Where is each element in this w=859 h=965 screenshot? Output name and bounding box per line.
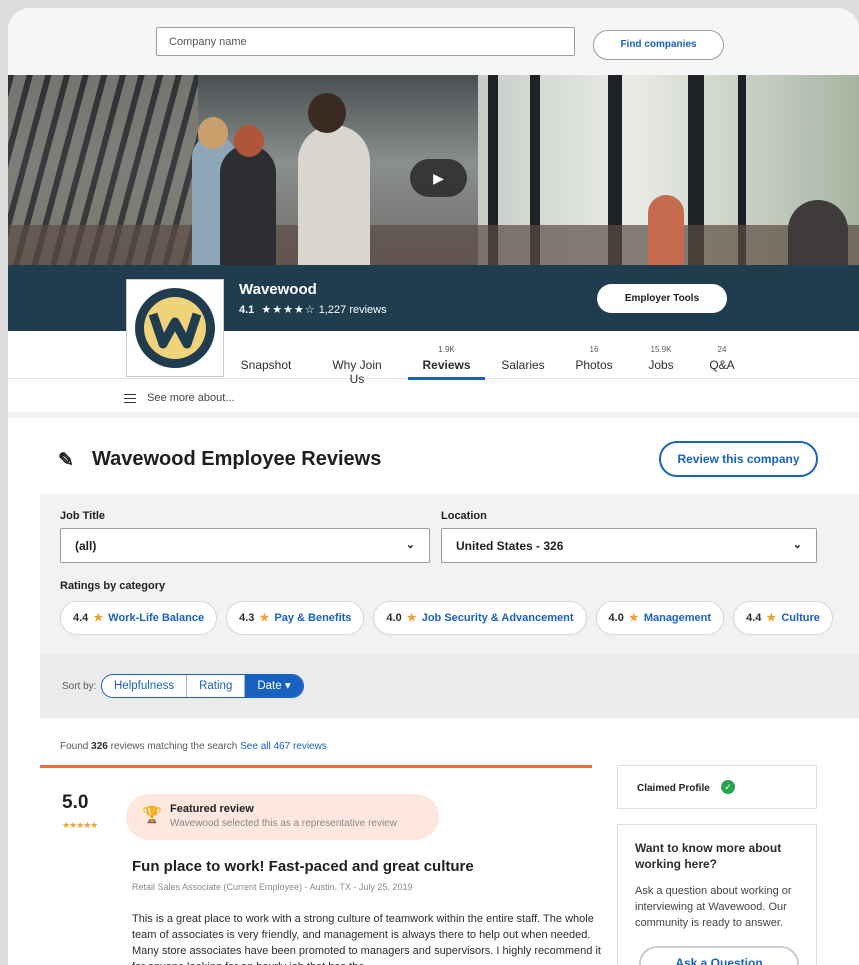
- star-icon: ★: [766, 612, 777, 624]
- trophy-icon: 🏆: [142, 807, 162, 824]
- ask-title: Want to know more about working here?: [635, 841, 782, 871]
- chevron-down-icon: ⌄: [405, 539, 415, 551]
- hero-person: [220, 145, 276, 273]
- featured-subtitle: Wavewood selected this as a representati…: [170, 818, 397, 829]
- chevron-down-icon: ⌄: [792, 539, 802, 551]
- tab-qa[interactable]: 24 Q&A: [708, 331, 736, 379]
- section-divider: [8, 412, 859, 418]
- sort-helpfulness-button[interactable]: Helpfulness: [102, 675, 188, 697]
- company-rating: 4.1 ★★★★☆ 1,227 reviews: [239, 303, 387, 316]
- hero-person: [788, 200, 848, 273]
- ask-question-box: Want to know more about working here? As…: [617, 824, 817, 965]
- hero-person-head: [234, 125, 264, 157]
- company-tabs: Snapshot Why Join Us 1.9K Reviews Salarie…: [8, 331, 859, 386]
- search-bar: Company name Find companies: [8, 8, 859, 75]
- claimed-profile-label: Claimed Profile: [637, 783, 710, 794]
- hero-person-head: [308, 93, 346, 133]
- job-title-select[interactable]: (all) ⌄: [60, 528, 430, 563]
- review-divider: [40, 765, 592, 768]
- category-chip-job-security[interactable]: 4.0 ★ Job Security & Advancement: [373, 601, 587, 635]
- category-chip-work-life-balance[interactable]: 4.4 ★ Work-Life Balance: [60, 601, 218, 635]
- check-icon: ✓: [721, 780, 735, 794]
- featured-review-badge: 🏆 Featured review Wavewood selected this…: [126, 794, 439, 840]
- hero-person-head: [198, 117, 228, 149]
- hero-video[interactable]: ▶: [8, 75, 859, 273]
- tab-why-join-us[interactable]: Why Join Us: [324, 331, 390, 386]
- claimed-profile-box: Claimed Profile ✓: [617, 765, 817, 809]
- category-chip-culture[interactable]: 4.4 ★ Culture: [733, 601, 833, 635]
- find-companies-button[interactable]: Find companies: [593, 30, 724, 60]
- review-this-company-button[interactable]: Review this company: [659, 441, 818, 477]
- tab-salaries[interactable]: Salaries: [499, 331, 547, 379]
- rating-stars-icon: ★★★★☆: [261, 304, 316, 316]
- play-icon[interactable]: ▶: [410, 159, 467, 197]
- see-more-label: See more about...: [147, 392, 235, 405]
- review-score: 5.0: [62, 792, 89, 813]
- location-select[interactable]: United States - 326 ⌄: [441, 528, 817, 563]
- review-meta: Retail Sales Associate (Current Employee…: [132, 882, 413, 892]
- review-title[interactable]: Fun place to work! Fast-paced and great …: [132, 858, 474, 875]
- tab-reviews[interactable]: 1.9K Reviews: [408, 331, 485, 380]
- page-frame: Company name Find companies ▶ Wavewood 4…: [8, 8, 859, 965]
- star-icon: ★: [628, 612, 639, 624]
- tab-jobs[interactable]: 15.9K Jobs: [642, 331, 680, 379]
- company-name: Wavewood: [239, 281, 317, 298]
- tab-photos[interactable]: 16 Photos: [574, 331, 614, 379]
- sort-rating-button[interactable]: Rating: [187, 675, 246, 697]
- hamburger-icon: [124, 391, 136, 406]
- rating-value: 4.1: [239, 304, 255, 316]
- reviews-heading: ✎ Wavewood Employee Reviews: [58, 448, 382, 471]
- star-icon: ★: [93, 612, 104, 624]
- see-all-reviews-link[interactable]: See all 467 reviews: [240, 741, 327, 752]
- category-chip-management[interactable]: 4.0 ★ Management: [595, 601, 725, 635]
- ask-description: Ask a question about working or intervie…: [635, 885, 792, 929]
- review-filters: Job Title (all) ⌄ Location United States …: [40, 494, 859, 654]
- results-summary: Found 326 reviews matching the search Se…: [60, 741, 327, 752]
- tab-snapshot[interactable]: Snapshot: [237, 331, 295, 379]
- ask-question-button[interactable]: Ask a Question: [639, 946, 799, 965]
- edit-review-icon: ✎: [58, 450, 74, 471]
- category-chips: 4.4 ★ Work-Life Balance 4.3 ★ Pay & Bene…: [60, 601, 833, 635]
- sort-date-button[interactable]: Date ▾: [245, 675, 303, 697]
- review-stars-icon: ★★★★★: [62, 820, 98, 830]
- job-title-label: Job Title: [60, 510, 106, 522]
- sort-by-label: Sort by:: [62, 681, 97, 692]
- company-search-input[interactable]: Company name: [156, 27, 575, 56]
- see-more-menu[interactable]: See more about...: [124, 391, 235, 406]
- location-label: Location: [441, 510, 487, 522]
- star-icon: ★: [406, 612, 417, 624]
- sort-bar: Sort by: Helpfulness Rating Date ▾: [40, 654, 859, 718]
- employer-tools-button[interactable]: Employer Tools: [597, 284, 727, 313]
- star-icon: ★: [259, 612, 270, 624]
- category-chip-pay-benefits[interactable]: 4.3 ★ Pay & Benefits: [226, 601, 365, 635]
- featured-title: Featured review: [170, 803, 254, 815]
- review-count-link[interactable]: 1,227 reviews: [319, 304, 387, 316]
- sort-options: Helpfulness Rating Date ▾: [101, 674, 304, 698]
- hero-person: [298, 125, 370, 273]
- review-body: This is a great place to work with a str…: [132, 913, 601, 965]
- hero-person: [648, 195, 684, 273]
- ratings-by-category-label: Ratings by category: [60, 580, 166, 592]
